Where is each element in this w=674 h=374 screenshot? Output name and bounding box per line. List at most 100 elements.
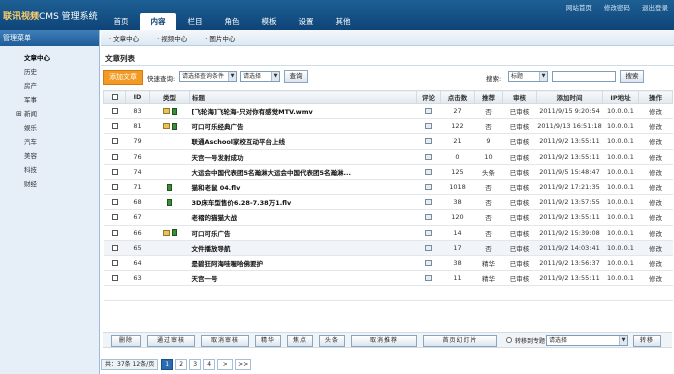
comment-icon[interactable] bbox=[425, 214, 432, 221]
row-title[interactable]: 可口可乐广告 bbox=[189, 225, 417, 241]
sidebar-item-entertainment[interactable]: 娱乐 bbox=[0, 121, 99, 135]
edit-link[interactable]: 修改 bbox=[638, 209, 673, 226]
edit-link[interactable]: 修改 bbox=[638, 179, 673, 196]
row-comments[interactable] bbox=[416, 103, 441, 120]
row-checkbox[interactable] bbox=[111, 199, 118, 206]
edit-link[interactable]: 修改 bbox=[638, 118, 673, 135]
query-button[interactable]: 查询 bbox=[284, 70, 308, 83]
edit-link[interactable]: 修改 bbox=[638, 240, 673, 256]
row-comments[interactable] bbox=[416, 179, 441, 196]
row-comments[interactable] bbox=[416, 270, 441, 287]
row-checkbox[interactable] bbox=[111, 138, 118, 145]
sidebar-item-beauty[interactable]: 美容 bbox=[0, 149, 99, 163]
comment-icon[interactable] bbox=[425, 123, 432, 130]
cancel-recommend-button[interactable]: 取消推荐 bbox=[351, 335, 417, 347]
sidebar-item-auto[interactable]: 汽车 bbox=[0, 135, 99, 149]
row-title[interactable]: 文件播放导航 bbox=[189, 240, 417, 256]
comment-icon[interactable] bbox=[425, 138, 432, 145]
row-select[interactable] bbox=[103, 103, 126, 120]
row-title[interactable]: 老褶的猫猫大战 bbox=[189, 209, 417, 226]
row-comments[interactable] bbox=[416, 255, 441, 272]
sidebar-item-realestate[interactable]: 房产 bbox=[0, 79, 99, 93]
comment-icon[interactable] bbox=[425, 199, 432, 206]
move-button[interactable]: 转移 bbox=[633, 335, 661, 347]
row-select[interactable] bbox=[103, 209, 126, 226]
col-select[interactable] bbox=[103, 90, 126, 104]
tab-other[interactable]: 其他 bbox=[325, 13, 361, 30]
move-to-topic-radio[interactable] bbox=[506, 337, 512, 343]
focus-button[interactable]: 焦点 bbox=[287, 335, 313, 347]
row-checkbox[interactable] bbox=[111, 184, 118, 191]
approve-button[interactable]: 通过审核 bbox=[147, 335, 195, 347]
search-input[interactable] bbox=[552, 71, 616, 82]
sidebar-item-military[interactable]: 军事 bbox=[0, 93, 99, 107]
edit-link[interactable]: 修改 bbox=[638, 103, 673, 120]
search-field-select[interactable]: 标题 ▼ bbox=[508, 71, 548, 82]
comment-icon[interactable] bbox=[425, 108, 432, 115]
row-comments[interactable] bbox=[416, 133, 441, 150]
category-select[interactable]: 请选择 ▼ bbox=[240, 71, 280, 82]
col-id[interactable]: ID bbox=[125, 90, 150, 104]
table-row[interactable]: 74 大运会中国代表团5名瀚淋大运会中国代表团5名瀚淋... 125 头条 已审核 201… bbox=[103, 164, 673, 180]
row-checkbox[interactable] bbox=[111, 168, 118, 175]
edit-link[interactable]: 修改 bbox=[638, 225, 673, 241]
row-comments[interactable] bbox=[416, 225, 441, 241]
row-select[interactable] bbox=[103, 270, 126, 287]
row-title[interactable]: 可口可乐经典广告 bbox=[189, 118, 417, 135]
edit-link[interactable]: 修改 bbox=[638, 255, 673, 272]
search-button[interactable]: 搜索 bbox=[620, 70, 644, 83]
row-checkbox[interactable] bbox=[111, 108, 118, 115]
row-title[interactable]: 联通Aschool家校互动平台上线 bbox=[189, 133, 417, 150]
edit-link[interactable]: 修改 bbox=[638, 194, 673, 211]
comment-icon[interactable] bbox=[425, 184, 432, 191]
row-select[interactable] bbox=[103, 149, 126, 165]
tab-roles[interactable]: 角色 bbox=[214, 13, 250, 30]
comment-icon[interactable] bbox=[425, 275, 432, 282]
row-title[interactable]: 大运会中国代表团5名瀚淋大运会中国代表团5名瀚淋... bbox=[189, 164, 417, 180]
row-select[interactable] bbox=[103, 225, 126, 241]
subnav-articles[interactable]: · 文章中心 bbox=[109, 33, 139, 43]
table-row[interactable]: 81 可口可乐经典广告 122 否已审核 2011/9/13 16:51:18 10.0.… bbox=[103, 118, 673, 135]
page-4[interactable]: 4 bbox=[203, 359, 216, 370]
row-comments[interactable] bbox=[416, 149, 441, 165]
row-checkbox[interactable] bbox=[111, 214, 118, 221]
row-select[interactable] bbox=[103, 179, 126, 196]
query-condition-select[interactable]: 请选择查询条件 ▼ bbox=[179, 71, 237, 82]
page-3[interactable]: 3 bbox=[189, 359, 202, 370]
sidebar-item-finance[interactable]: 财经 bbox=[0, 177, 99, 191]
table-row[interactable]: 76 天宫一号发射成功 0 10 已审核 2011/9/2 13:55:11 10.0.0.… bbox=[103, 149, 673, 165]
edit-link[interactable]: 修改 bbox=[638, 133, 673, 150]
row-title[interactable]: [飞轮海]飞轮海-只对你有感觉MTV.wmv bbox=[189, 103, 417, 120]
select-all-checkbox[interactable] bbox=[111, 94, 118, 100]
edit-link[interactable]: 修改 bbox=[638, 270, 673, 287]
row-checkbox[interactable] bbox=[111, 229, 118, 236]
delete-button[interactable]: 删除 bbox=[111, 335, 141, 347]
row-comments[interactable] bbox=[416, 240, 441, 256]
row-title[interactable]: 天宫一号 bbox=[189, 270, 417, 287]
expand-icon[interactable]: ⊞ bbox=[16, 107, 22, 121]
comment-icon[interactable] bbox=[425, 168, 432, 175]
sidebar-item-tech[interactable]: 科技 bbox=[0, 163, 99, 177]
row-select[interactable] bbox=[103, 118, 126, 135]
comment-icon[interactable] bbox=[425, 259, 432, 266]
next-page-button[interactable]: > bbox=[217, 359, 234, 370]
comment-icon[interactable] bbox=[425, 229, 432, 236]
page-2[interactable]: 2 bbox=[175, 359, 188, 370]
row-select[interactable] bbox=[103, 240, 126, 256]
row-select[interactable] bbox=[103, 133, 126, 150]
last-page-button[interactable]: >> bbox=[235, 359, 252, 370]
subnav-images[interactable]: · 图片中心 bbox=[205, 33, 235, 43]
row-select[interactable] bbox=[103, 164, 126, 180]
row-comments[interactable] bbox=[416, 194, 441, 211]
logout-link[interactable]: 退出登录 bbox=[642, 4, 668, 12]
featured-button[interactable]: 精华 bbox=[255, 335, 281, 347]
subnav-videos[interactable]: · 视频中心 bbox=[157, 33, 187, 43]
comment-icon[interactable] bbox=[425, 153, 432, 160]
row-comments[interactable] bbox=[416, 118, 441, 135]
row-select[interactable] bbox=[103, 255, 126, 272]
table-row[interactable]: 71 猫和老鼠 04.flv 1018 否已审核 2011/9/2 17:21:35 10… bbox=[103, 179, 673, 196]
row-title[interactable]: 猫和老鼠 04.flv bbox=[189, 179, 417, 196]
row-checkbox[interactable] bbox=[111, 275, 118, 282]
sidebar-item-news[interactable]: ⊞ 新闻 bbox=[0, 107, 99, 121]
row-checkbox[interactable] bbox=[111, 123, 118, 130]
